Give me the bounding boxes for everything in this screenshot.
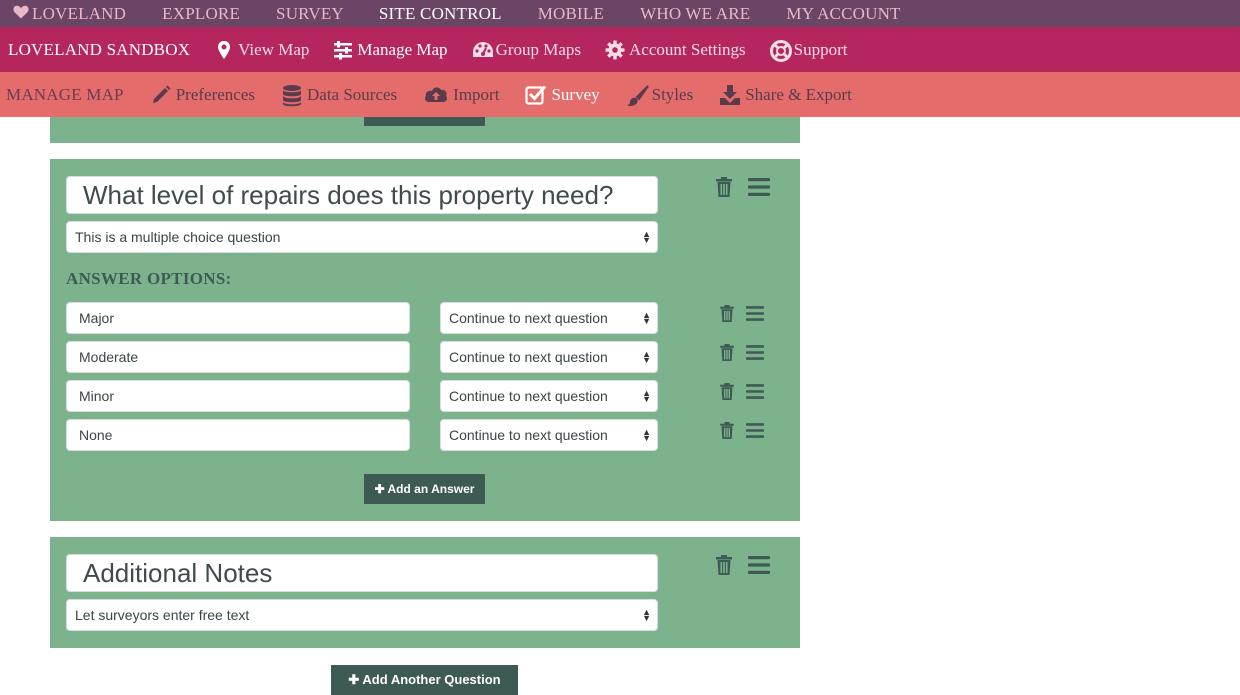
subnav-label: Account Settings — [629, 39, 746, 59]
add-question-label: Add Another Question — [362, 672, 501, 687]
answer-action-value: Continue to next question — [449, 427, 608, 443]
answer-input[interactable]: Major — [66, 302, 410, 334]
question-type-select[interactable]: Let surveyors enter free text ▲ ▼ — [66, 599, 658, 631]
gear-icon — [605, 40, 625, 60]
previous-card-button[interactable] — [364, 117, 485, 126]
drag-handle-icon[interactable] — [746, 306, 764, 321]
select-arrows-icon: ▲ ▼ — [642, 427, 651, 443]
trash-icon[interactable] — [716, 555, 732, 575]
mapnav-item-preferences[interactable]: Preferences — [150, 84, 255, 106]
mapnav-item-survey[interactable]: Survey — [525, 84, 600, 106]
mapnav-label: Share & Export — [745, 84, 852, 104]
answer-input[interactable]: Moderate — [66, 341, 410, 373]
answer-action-value: Continue to next question — [449, 310, 608, 326]
subnav-item-manage-map[interactable]: Manage Map — [333, 39, 448, 60]
mapnav-label: Styles — [651, 84, 694, 104]
cloud-upload-icon — [423, 84, 449, 106]
heart-icon — [13, 4, 29, 24]
top-nav-item-who-we-are[interactable]: WHO WE ARE — [640, 4, 750, 24]
pencil-icon — [150, 84, 172, 106]
answer-input[interactable]: Minor — [66, 380, 410, 412]
question-card: What level of repairs does this property… — [50, 159, 800, 521]
database-icon — [281, 84, 303, 106]
question-title-input[interactable]: Additional Notes — [66, 554, 658, 592]
trash-icon[interactable] — [720, 305, 734, 322]
map-marker-icon — [214, 40, 234, 60]
top-nav-item-explore[interactable]: EXPLORE — [162, 4, 240, 24]
trash-icon[interactable] — [720, 344, 734, 361]
answer-options-heading: ANSWER OPTIONS: — [66, 269, 232, 288]
drag-handle-icon[interactable] — [746, 423, 764, 438]
question-title-input[interactable]: What level of repairs does this property… — [66, 176, 658, 214]
sliders-icon — [333, 40, 353, 60]
question-type-value: This is a multiple choice question — [75, 229, 281, 245]
subnav-label: Manage Map — [357, 39, 448, 59]
mapnav-label: Preferences — [175, 84, 255, 104]
download-icon — [719, 84, 741, 106]
select-arrows-icon: ▲ ▼ — [642, 388, 651, 404]
top-nav-item-site-control[interactable]: SITE CONTROL — [379, 4, 502, 24]
subnav-label: Group Maps — [495, 39, 582, 59]
top-nav-item-loveland[interactable]: LOVELAND — [13, 4, 126, 24]
drag-handle-icon[interactable] — [748, 556, 770, 574]
plus-icon: ✚ — [374, 482, 385, 496]
subnav-item-account-settings[interactable]: Account Settings — [605, 40, 746, 60]
mapnav-item-share-export[interactable]: Share & Export — [719, 84, 852, 106]
add-question-button[interactable]: ✚ Add Another Question — [331, 665, 518, 695]
dashboard-icon — [472, 40, 493, 60]
mapnav-item-styles[interactable]: Styles — [626, 84, 694, 106]
manage-map-label: MANAGE MAP — [6, 84, 124, 104]
subnav-label: Support — [793, 39, 848, 59]
top-nav-item-my-account[interactable]: MY ACCOUNT — [786, 4, 900, 24]
mapnav-label: Import — [453, 84, 500, 104]
subnav-item-group-maps[interactable]: Group Maps — [472, 40, 581, 60]
select-arrows-icon: ▲ ▼ — [642, 229, 651, 245]
answer-action-select[interactable]: Continue to next question ▲ ▼ — [440, 341, 658, 373]
select-arrows-icon: ▲ ▼ — [642, 349, 651, 365]
plus-icon: ✚ — [348, 672, 360, 687]
answer-action-value: Continue to next question — [449, 349, 608, 365]
drag-handle-icon[interactable] — [746, 345, 764, 360]
subnav-item-view-map[interactable]: View Map — [214, 40, 309, 60]
subnav-label: View Map — [238, 39, 310, 59]
trash-icon[interactable] — [720, 383, 734, 400]
top-nav-item-mobile[interactable]: MOBILE — [538, 4, 604, 24]
manage-map-nav: MANAGE MAP Preferences Data Sources Impo… — [0, 72, 1240, 117]
trash-icon[interactable] — [720, 422, 734, 439]
paintbrush-icon — [626, 84, 649, 106]
life-ring-icon — [769, 39, 792, 62]
top-nav: LOVELAND EXPLORE SURVEY SITE CONTROL MOB… — [0, 0, 1240, 27]
add-answer-label: Add an Answer — [387, 482, 475, 496]
check-square-icon — [525, 84, 547, 106]
trash-icon[interactable] — [716, 177, 732, 197]
question-type-select[interactable]: This is a multiple choice question ▲ ▼ — [66, 221, 658, 253]
sandbox-brand[interactable]: LOVELAND SANDBOX — [8, 40, 190, 60]
site-control-nav: LOVELAND SANDBOX View Map Manage Map Gro… — [0, 27, 1240, 72]
subnav-item-support[interactable]: Support — [769, 39, 848, 62]
answer-action-value: Continue to next question — [449, 388, 608, 404]
answer-action-select[interactable]: Continue to next question ▲ ▼ — [440, 302, 658, 334]
question-type-value: Let surveyors enter free text — [75, 607, 250, 623]
drag-handle-icon[interactable] — [746, 384, 764, 399]
select-arrows-icon: ▲ ▼ — [642, 310, 651, 326]
mapnav-label: Data Sources — [307, 84, 398, 104]
mapnav-item-import[interactable]: Import — [423, 84, 499, 106]
answer-action-select[interactable]: Continue to next question ▲ ▼ — [440, 419, 658, 451]
drag-handle-icon[interactable] — [748, 178, 770, 196]
question-card: Additional Notes Let surveyors enter fre… — [50, 537, 800, 648]
top-nav-label: LOVELAND — [32, 3, 127, 23]
mapnav-item-data-sources[interactable]: Data Sources — [281, 84, 397, 106]
add-answer-button[interactable]: ✚ Add an Answer — [364, 474, 485, 504]
select-arrows-icon: ▲ ▼ — [642, 607, 651, 623]
answer-input[interactable]: None — [66, 419, 410, 451]
mapnav-label: Survey — [551, 84, 600, 104]
answer-action-select[interactable]: Continue to next question ▲ ▼ — [440, 380, 658, 412]
top-nav-item-survey[interactable]: SURVEY — [276, 4, 344, 24]
